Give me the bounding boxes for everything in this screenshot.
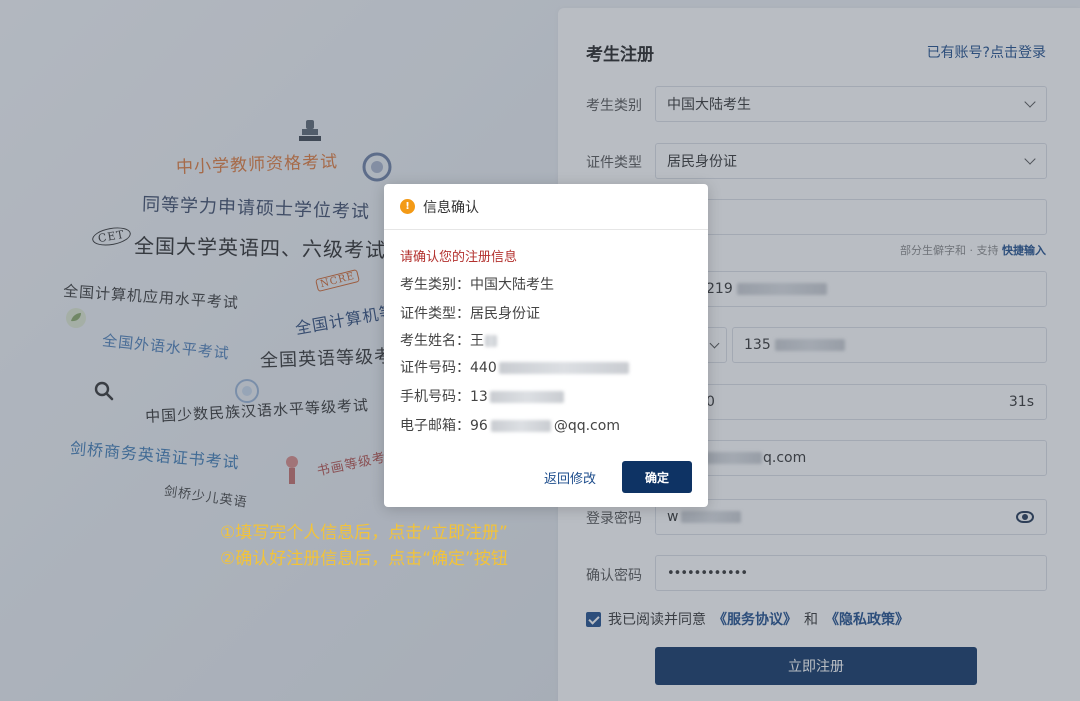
dialog-header: ! 信息确认: [384, 184, 708, 230]
info-label: 考生姓名：: [400, 333, 470, 349]
warning-icon: !: [400, 199, 415, 214]
info-value: 440: [470, 360, 497, 376]
info-row-name: 考生姓名：王: [400, 330, 497, 350]
info-label: 手机号码：: [400, 389, 470, 405]
instruction-step-2: ②确认好注册信息后，点击“确定”按钮: [220, 549, 508, 569]
info-label: 证件类型：: [400, 306, 470, 322]
info-row-phone: 手机号码：13: [400, 386, 564, 406]
masked-text: [498, 362, 629, 374]
info-value: 中国大陆考生: [470, 277, 554, 293]
info-row-email: 电子邮箱：96 @qq.com: [400, 415, 620, 435]
info-value-suffix: @qq.com: [553, 418, 620, 434]
masked-text: [489, 391, 564, 403]
back-edit-button[interactable]: 返回修改: [544, 468, 596, 487]
info-row-idtype: 证件类型：居民身份证: [400, 303, 540, 323]
info-label: 证件号码：: [400, 360, 470, 376]
info-label: 考生类别：: [400, 277, 470, 293]
info-row-idnumber: 证件号码：440: [400, 357, 629, 377]
confirm-dialog: ! 信息确认 请确认您的注册信息 考生类别：中国大陆考生 证件类型：居民身份证 …: [384, 184, 708, 507]
confirm-note: 请确认您的注册信息: [400, 250, 518, 265]
info-value: 13: [470, 389, 488, 405]
info-label: 电子邮箱：: [400, 418, 470, 434]
masked-text: [490, 420, 551, 432]
info-value: 居民身份证: [470, 306, 540, 322]
info-row-category: 考生类别：中国大陆考生: [400, 274, 554, 294]
info-value: 96: [470, 418, 488, 434]
info-value: 王: [470, 333, 484, 349]
dialog-title: 信息确认: [423, 199, 479, 216]
instruction-step-1: ①填写完个人信息后，点击“立即注册”: [220, 523, 508, 543]
masked-text: [485, 335, 497, 347]
confirm-button[interactable]: 确定: [622, 461, 692, 493]
